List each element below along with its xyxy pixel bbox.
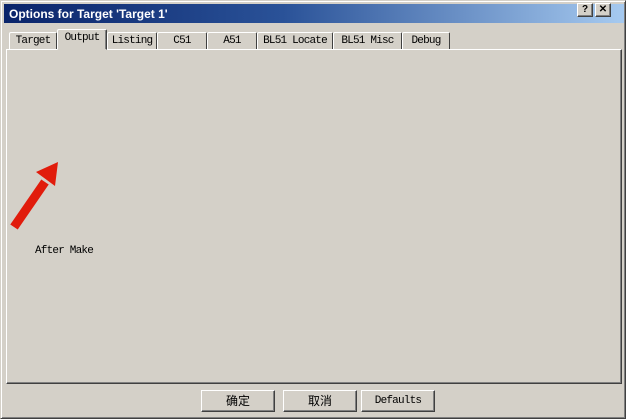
- tab-listing[interactable]: Listing: [107, 32, 157, 50]
- tab-bl51-misc[interactable]: BL51 Misc: [333, 32, 402, 50]
- tab-bl51-locate[interactable]: BL51 Locate: [257, 32, 333, 50]
- tab-target[interactable]: Target: [9, 32, 57, 50]
- cancel-button[interactable]: 取消: [283, 390, 357, 412]
- close-button[interactable]: ✕: [595, 3, 611, 17]
- after-make-group-title: After Make: [32, 245, 96, 257]
- close-icon: ✕: [599, 4, 607, 15]
- defaults-button[interactable]: Defaults: [361, 390, 435, 412]
- tab-page-output: [6, 49, 622, 384]
- title-bar[interactable]: Options for Target 'Target 1': [4, 4, 624, 23]
- tab-a51[interactable]: A51: [207, 32, 257, 50]
- tab-debug[interactable]: Debug: [402, 32, 450, 50]
- tab-output[interactable]: Output: [57, 29, 107, 50]
- help-icon: ?: [582, 4, 588, 15]
- help-button[interactable]: ?: [577, 3, 593, 17]
- ok-button[interactable]: 确定: [201, 390, 275, 412]
- tab-c51[interactable]: C51: [157, 32, 207, 50]
- window-title: Options for Target 'Target 1': [4, 7, 168, 21]
- options-dialog: Options for Target 'Target 1' ? ✕ Target…: [0, 0, 626, 419]
